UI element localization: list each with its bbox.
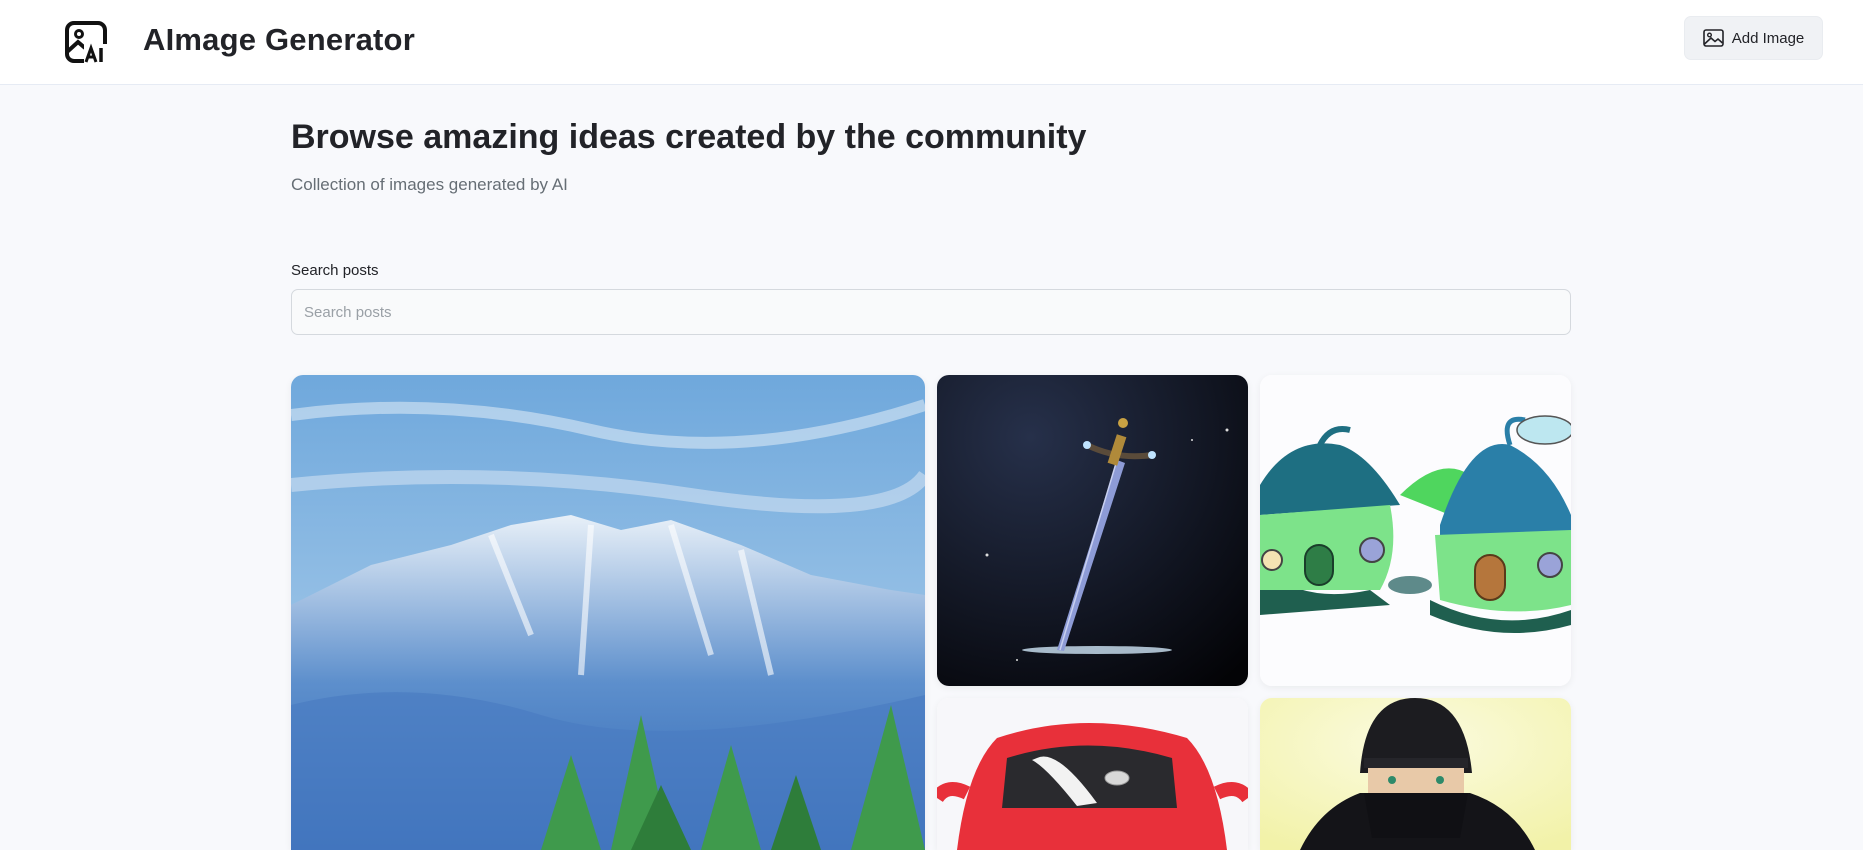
- page-subtitle: Collection of images generated by AI: [291, 175, 568, 194]
- post-image-red-car: [937, 698, 1248, 850]
- page-title: Browse amazing ideas created by the comm…: [291, 118, 1087, 156]
- post-image-mountain: [291, 375, 925, 850]
- image-icon: [1702, 29, 1724, 47]
- post-image-mushroom-houses: [1260, 375, 1571, 686]
- post-image-sword: [937, 375, 1248, 686]
- post-card-red-car[interactable]: [937, 698, 1248, 850]
- search-input[interactable]: [291, 289, 1571, 335]
- post-card-mountain[interactable]: [291, 375, 925, 850]
- app-header: AImage Generator Add Image: [0, 0, 1863, 85]
- ai-image-icon[interactable]: [64, 20, 108, 64]
- post-image-ninja: [1260, 698, 1571, 850]
- add-image-button[interactable]: Add Image: [1684, 16, 1823, 60]
- app-title: AImage Generator: [143, 22, 415, 57]
- post-card-mushroom-houses[interactable]: [1260, 375, 1571, 686]
- search-label: Search posts: [291, 262, 379, 279]
- add-image-label: Add Image: [1731, 29, 1805, 47]
- post-card-ninja[interactable]: [1260, 698, 1571, 850]
- post-card-sword[interactable]: [937, 375, 1248, 686]
